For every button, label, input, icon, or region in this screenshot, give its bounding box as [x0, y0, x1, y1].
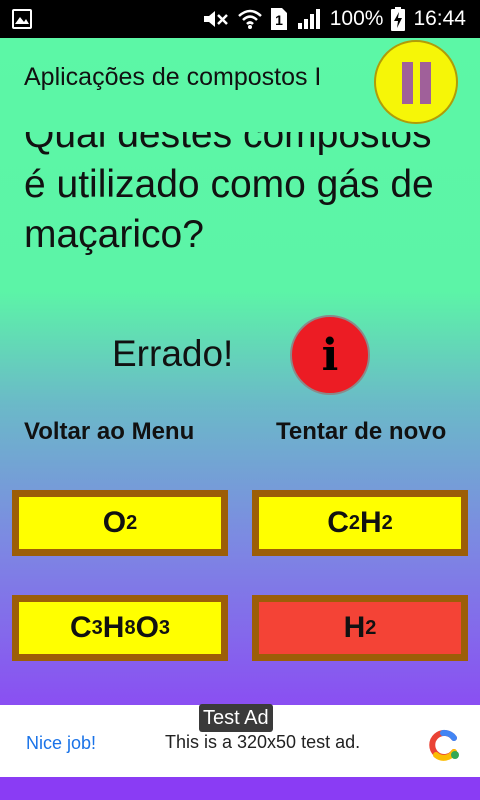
ad-left-text: Nice job! — [26, 733, 97, 753]
sim-icon: 1 — [270, 7, 288, 31]
status-bar: 1 100% 16:44 — [0, 0, 480, 38]
formula-element: C — [327, 506, 349, 539]
signal-icon — [296, 8, 322, 30]
ad-logo-icon — [424, 726, 462, 768]
battery-charging-icon — [391, 7, 406, 31]
pause-icon — [402, 62, 413, 104]
info-button[interactable]: i — [290, 315, 370, 395]
try-again-link[interactable]: Tentar de novo — [276, 418, 446, 446]
quiz-screen: Aplicações de compostos I Qual destes co… — [0, 38, 480, 705]
result-label: Errado! — [112, 333, 234, 374]
formula-element: C — [69, 611, 92, 644]
ad-main-text: This is a 320x50 test ad. — [165, 732, 361, 752]
formula-element: H — [343, 611, 366, 644]
answer-button[interactable]: H2 — [252, 595, 468, 661]
image-icon — [12, 9, 32, 29]
test-ad-badge: Test Ad — [199, 704, 273, 732]
formula-element: H — [102, 611, 125, 644]
formula-element: H — [360, 506, 382, 539]
answer-button[interactable]: O2 — [12, 490, 228, 556]
info-icon: i — [321, 329, 339, 381]
page-title: Aplicações de compostos I — [24, 63, 322, 91]
formula-element: O — [102, 506, 127, 539]
mute-icon — [202, 8, 230, 30]
sim-slot-label: 1 — [275, 12, 283, 28]
bottom-strip — [0, 777, 480, 800]
formula-element: O — [135, 611, 159, 644]
pause-icon-bar — [420, 62, 431, 104]
answer-button[interactable]: C2H2 — [252, 490, 468, 556]
pause-button[interactable] — [374, 40, 458, 124]
answer-button[interactable]: C3H8O3 — [12, 595, 228, 661]
ad-banner[interactable]: Test Ad Nice job! This is a 320x50 test … — [0, 704, 480, 777]
battery-percent: 100% — [329, 7, 384, 30]
clock: 16:44 — [413, 7, 466, 30]
question-text: Qual destes compostos é utilizado como g… — [24, 113, 434, 256]
wifi-icon — [237, 8, 262, 30]
back-to-menu-link[interactable]: Voltar ao Menu — [24, 418, 194, 446]
